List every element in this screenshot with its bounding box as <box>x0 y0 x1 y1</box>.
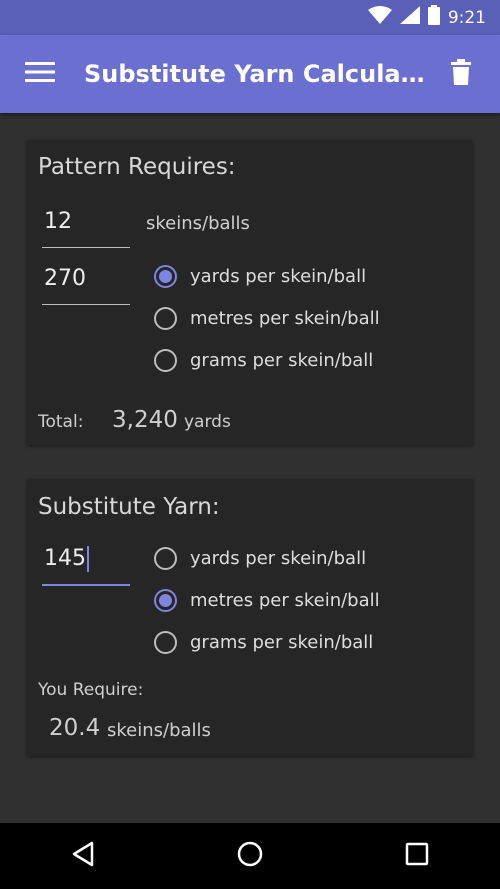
signal-icon <box>399 6 420 29</box>
hamburger-icon <box>25 62 55 86</box>
require-unit: skeins/balls <box>107 720 211 741</box>
status-bar: 9:21 <box>0 0 500 35</box>
substitute-radio-yards[interactable]: yards per skein/ball <box>154 538 366 578</box>
radio-label: yards per skein/ball <box>190 547 367 569</box>
pattern-radio-grams[interactable]: grams per skein/ball <box>154 340 373 380</box>
total-label: Total: <box>38 412 84 432</box>
total-value: 3,240 <box>112 407 178 433</box>
home-circle-icon <box>237 841 263 871</box>
substitute-length-field[interactable]: 145 <box>42 544 130 586</box>
pattern-length-underline <box>42 304 130 305</box>
radio-label: yards per skein/ball <box>190 265 367 287</box>
total-unit: yards <box>184 412 231 432</box>
radio-checked-icon <box>154 588 177 612</box>
require-label: You Require: <box>38 680 144 700</box>
home-button[interactable] <box>220 831 280 881</box>
app-bar: Substitute Yarn Calculatio… <box>0 35 500 113</box>
skeins-value: 12 <box>44 209 72 234</box>
pattern-radio-metres[interactable]: metres per skein/ball <box>154 298 380 338</box>
radio-unchecked-icon <box>154 306 177 330</box>
substitute-card: Substitute Yarn: 145 yards per skein/bal… <box>27 479 473 756</box>
text-caret <box>87 546 89 572</box>
substitute-length-input: 145 <box>42 544 130 574</box>
skeins-underline <box>42 247 130 248</box>
back-button[interactable] <box>53 831 113 881</box>
navigation-bar <box>0 823 500 889</box>
substitute-length-value: 145 <box>44 546 86 571</box>
wifi-icon <box>367 6 392 29</box>
radio-unchecked-icon <box>154 546 177 570</box>
radio-checked-icon <box>154 264 177 288</box>
pattern-card: Pattern Requires: 12 skeins/balls 270 ya… <box>27 140 473 445</box>
pattern-length-value: 270 <box>44 266 86 291</box>
pattern-length-field[interactable]: 270 <box>42 264 130 305</box>
radio-label: metres per skein/ball <box>190 589 380 611</box>
substitute-radio-grams[interactable]: grams per skein/ball <box>154 622 373 662</box>
recents-button[interactable] <box>387 831 447 881</box>
battery-icon <box>427 5 440 30</box>
skeins-field[interactable]: 12 <box>42 207 130 248</box>
pattern-heading: Pattern Requires: <box>38 154 236 180</box>
recents-square-icon <box>405 842 429 870</box>
substitute-radio-metres[interactable]: metres per skein/ball <box>154 580 380 620</box>
delete-button[interactable] <box>438 51 484 97</box>
radio-unchecked-icon <box>154 630 177 654</box>
substitute-length-underline <box>42 584 130 586</box>
require-value: 20.4 <box>49 715 101 741</box>
page-title: Substitute Yarn Calculatio… <box>84 60 426 88</box>
radio-label: grams per skein/ball <box>190 631 374 653</box>
substitute-heading: Substitute Yarn: <box>38 494 220 520</box>
skeins-unit-label: skeins/balls <box>146 213 250 234</box>
radio-unchecked-icon <box>154 348 177 372</box>
trash-icon <box>451 59 471 89</box>
radio-label: metres per skein/ball <box>190 307 380 329</box>
radio-label: grams per skein/ball <box>190 349 374 371</box>
pattern-radio-yards[interactable]: yards per skein/ball <box>154 256 366 296</box>
status-time: 9:21 <box>447 7 486 28</box>
menu-button[interactable] <box>0 35 80 113</box>
back-triangle-icon <box>71 841 95 871</box>
